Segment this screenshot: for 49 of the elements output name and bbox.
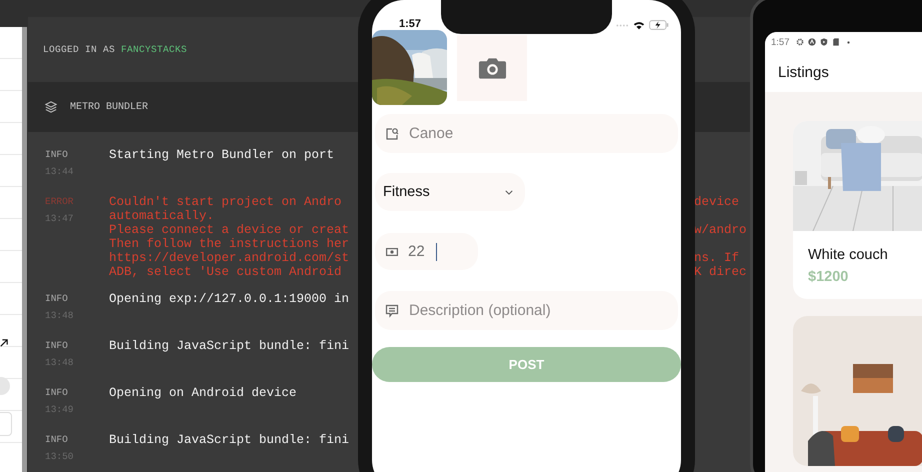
- wifi-icon: [633, 20, 645, 30]
- log-message: Building JavaScript bundle: fini: [109, 339, 350, 353]
- log-message: Building JavaScript bundle: fini: [109, 433, 350, 447]
- comment-icon: [385, 304, 399, 318]
- status-time: 1:57: [399, 18, 422, 30]
- a-circle-icon: [808, 38, 816, 46]
- listing-title: White couch: [808, 247, 889, 263]
- sd-card-icon: [832, 38, 840, 46]
- log-message: Starting Metro Bundler on port: [109, 148, 334, 162]
- arrow-icon[interactable]: [0, 339, 8, 347]
- description-field[interactable]: Description (optional): [375, 291, 678, 330]
- log-message: ns. If: [694, 251, 740, 265]
- dot-icon: [846, 40, 850, 44]
- battery-icon: [649, 20, 669, 30]
- signal-icon: [616, 24, 629, 26]
- log-message: K direc: [694, 265, 747, 279]
- log-message: Opening on Android device: [109, 386, 297, 400]
- log-message: Then follow the instructions her: [109, 237, 350, 251]
- login-status: LOGGED IN AS FANCYSTACKS: [43, 44, 188, 55]
- log-message: w/andro: [694, 223, 747, 237]
- log-message: Please connect a device or creat: [109, 223, 350, 237]
- tag-icon: [385, 126, 399, 140]
- log-level: INFO: [45, 148, 69, 162]
- log-level: INFO: [45, 292, 69, 306]
- log-level: ERROR: [45, 195, 75, 209]
- listing-price: $1200: [808, 269, 850, 285]
- chevron-down-icon: [505, 190, 513, 194]
- log-message: device: [694, 195, 740, 209]
- screen-title: Listings: [778, 64, 829, 80]
- listing-card[interactable]: White couch $1200: [793, 121, 922, 299]
- panel-title: METRO BUNDLER: [70, 102, 148, 112]
- layers-icon: [45, 101, 57, 113]
- log-message: Couldn't start project on Andro: [109, 195, 342, 209]
- shield-icon: [820, 38, 828, 46]
- log-message: https://developer.android.com/st: [109, 251, 350, 265]
- add-photo-button[interactable]: [457, 34, 527, 100]
- log-message: automatically.: [109, 209, 214, 223]
- gear-icon: [796, 38, 804, 46]
- status-time: 1:57: [771, 36, 790, 48]
- log-message: ADB, select 'Use custom Android: [109, 265, 342, 279]
- cash-icon: [386, 248, 398, 256]
- camera-icon: [478, 56, 506, 80]
- price-field[interactable]: 22: [375, 233, 478, 270]
- title-field[interactable]: Canoe: [375, 114, 678, 153]
- log-level: INFO: [45, 386, 69, 400]
- log-message: Opening exp://127.0.0.1:19000 in: [109, 292, 350, 306]
- log-level: INFO: [45, 433, 69, 447]
- category-picker[interactable]: Fitness: [375, 173, 525, 211]
- log-level: INFO: [45, 339, 69, 353]
